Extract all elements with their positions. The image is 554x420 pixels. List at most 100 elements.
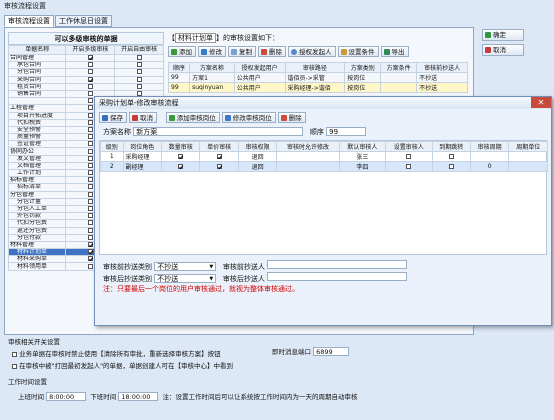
authorize-button[interactable]: 授权发起人 (288, 46, 336, 57)
multi-level-checkbox[interactable] (87, 242, 93, 247)
option2-checkbox[interactable] (12, 363, 17, 369)
multi-level-checkbox[interactable] (87, 105, 93, 111)
multi-level-checkbox[interactable] (87, 263, 93, 269)
multi-level-checkbox[interactable] (87, 120, 93, 125)
add-role-button[interactable]: 添加审核岗位 (165, 112, 220, 123)
edit-label: 修改 (209, 48, 222, 56)
multi-level-checkbox[interactable] (87, 148, 93, 154)
doc-row[interactable]: 租赁合同 (7, 82, 164, 91)
multi-level-checkbox[interactable] (87, 69, 93, 75)
multi-level-checkbox[interactable] (87, 177, 93, 183)
role-cell (276, 151, 340, 162)
role-checkbox[interactable] (178, 164, 184, 169)
save-icon (102, 115, 108, 121)
app-window: 审核流程设置 审核流程设置 工作休息日设置 可以多级审核的单据 单据名称 开启多级… (0, 0, 554, 420)
multi-level-checkbox[interactable] (87, 98, 93, 104)
multi-level-checkbox[interactable] (87, 91, 93, 97)
dialog-cancel-button[interactable]: 取消 (129, 112, 157, 123)
multi-level-checkbox[interactable] (87, 134, 93, 140)
role-checkbox[interactable] (448, 164, 454, 169)
multi-level-checkbox[interactable] (87, 84, 93, 89)
free-approval-checkbox[interactable] (136, 62, 142, 68)
multi-level-checkbox[interactable] (87, 213, 93, 219)
delete-role-button[interactable]: 删除 (277, 112, 306, 123)
role-checkbox[interactable] (216, 154, 222, 159)
scheme-row[interactable]: 99 suqinyuan 公共用户 采购经理->谐佰 按岗位 不抄送 (167, 82, 468, 93)
doc-name: 承包合同 (7, 61, 67, 70)
export-button[interactable]: 导出 (380, 46, 409, 57)
multi-level-checkbox[interactable] (87, 249, 93, 255)
role-checkbox[interactable] (406, 164, 412, 169)
multi-level-checkbox[interactable] (87, 163, 93, 168)
doc-name: 分包合同 (7, 68, 67, 77)
set-condition-button[interactable]: 设置条件 (337, 46, 379, 57)
multi-level-checkbox[interactable] (87, 192, 93, 197)
free-approval-checkbox[interactable] (136, 69, 142, 75)
multi-level-checkbox[interactable] (87, 55, 93, 61)
ok-button[interactable]: 确定 (482, 29, 524, 41)
edit-button[interactable]: 修改 (198, 46, 226, 57)
end-time-input[interactable]: 18:00:00 (118, 392, 159, 401)
multi-level-checkbox[interactable] (87, 141, 93, 147)
export-label: 导出 (391, 48, 405, 56)
scheme-name-input[interactable]: 新方案 (133, 127, 304, 136)
multi-level-checkbox[interactable] (87, 170, 93, 176)
role-checkbox[interactable] (448, 154, 454, 159)
role-row[interactable]: 2 副经理 退回 李四 0 (100, 161, 548, 172)
role-checkbox[interactable] (216, 164, 222, 169)
cc-before-user-input[interactable] (267, 260, 408, 269)
scheme-row[interactable]: 99 方案1 公共用户 谐佰员->采管 按岗位 不抄送 (167, 72, 468, 83)
free-approval-checkbox[interactable] (136, 84, 142, 89)
role-table: 级别 岗位角色 数量审核 单价审核 审核权限 审核时允许修改 默认审核人 设置审核人 到期跳转审… (100, 141, 548, 172)
dialog-close-icon[interactable]: ✕ (531, 97, 551, 108)
cc-before-row: 审核前抄送类别 不抄送 审核前抄送人 (95, 258, 551, 271)
doc-name: 分包管理 (7, 190, 67, 199)
cancel-button[interactable]: 取消 (482, 44, 524, 56)
save-button[interactable]: 保存 (99, 112, 127, 123)
edit-role-button[interactable]: 修改审核岗位 (221, 112, 276, 123)
doc-name: 安全预警 (7, 125, 67, 135)
add-button[interactable]: 添加 (168, 46, 196, 57)
role-checkbox[interactable] (406, 154, 412, 159)
order-input[interactable]: 99 (326, 127, 367, 136)
multi-level-checkbox[interactable] (87, 127, 93, 132)
multi-level-checkbox[interactable] (87, 228, 93, 233)
multi-level-checkbox[interactable] (87, 235, 93, 240)
cc-after-user-input[interactable] (267, 272, 408, 281)
cc-before-type-select[interactable]: 不抄送 (154, 262, 217, 271)
role-cell (199, 161, 239, 172)
multi-level-checkbox[interactable] (87, 156, 93, 161)
tab-approval-flow[interactable]: 审核流程设置 (4, 15, 54, 27)
multi-level-checkbox[interactable] (87, 206, 93, 212)
start-time-input[interactable]: 8:00:00 (46, 392, 87, 401)
multi-level-checkbox[interactable] (87, 113, 93, 118)
doc-row[interactable]: 分包合同 (7, 68, 164, 77)
port-label: 即时消息端口 (272, 348, 311, 356)
doc-row[interactable]: 承包合同 (7, 61, 164, 70)
multi-level-checkbox[interactable] (87, 199, 93, 204)
scheme-cell: 99 (167, 72, 191, 83)
delete-button[interactable]: 删除 (258, 46, 286, 57)
role-checkbox[interactable] (178, 154, 184, 159)
doc-row[interactable]: 合同管理 (7, 53, 164, 63)
multi-level-checkbox[interactable] (87, 256, 93, 262)
multi-level-checkbox[interactable] (87, 62, 93, 68)
title-post: 】的审核设置如下： (216, 34, 279, 42)
doc-row[interactable]: 采购合同 (7, 75, 164, 84)
scheme-col: 方案名称 (189, 62, 235, 73)
cc-after-type-select[interactable]: 不抄送 (154, 274, 217, 283)
multi-level-checkbox[interactable] (87, 220, 93, 226)
role-cell (160, 151, 201, 162)
start-time-label: 上班时间 (18, 393, 44, 401)
free-approval-checkbox[interactable] (136, 77, 142, 82)
tab-workday[interactable]: 工作休息日设置 (55, 15, 112, 27)
option1-checkbox[interactable] (12, 351, 17, 357)
multi-level-checkbox[interactable] (87, 184, 93, 190)
copy-button[interactable]: 复制 (228, 46, 256, 57)
port-input[interactable]: 6899 (313, 347, 350, 356)
title-pre: 【 (168, 34, 175, 42)
multi-level-checkbox[interactable] (87, 77, 93, 82)
role-row[interactable]: 1 采购经理 退回 张三 (100, 151, 548, 162)
ok-label: 确定 (493, 31, 506, 39)
free-approval-checkbox[interactable] (136, 55, 142, 61)
